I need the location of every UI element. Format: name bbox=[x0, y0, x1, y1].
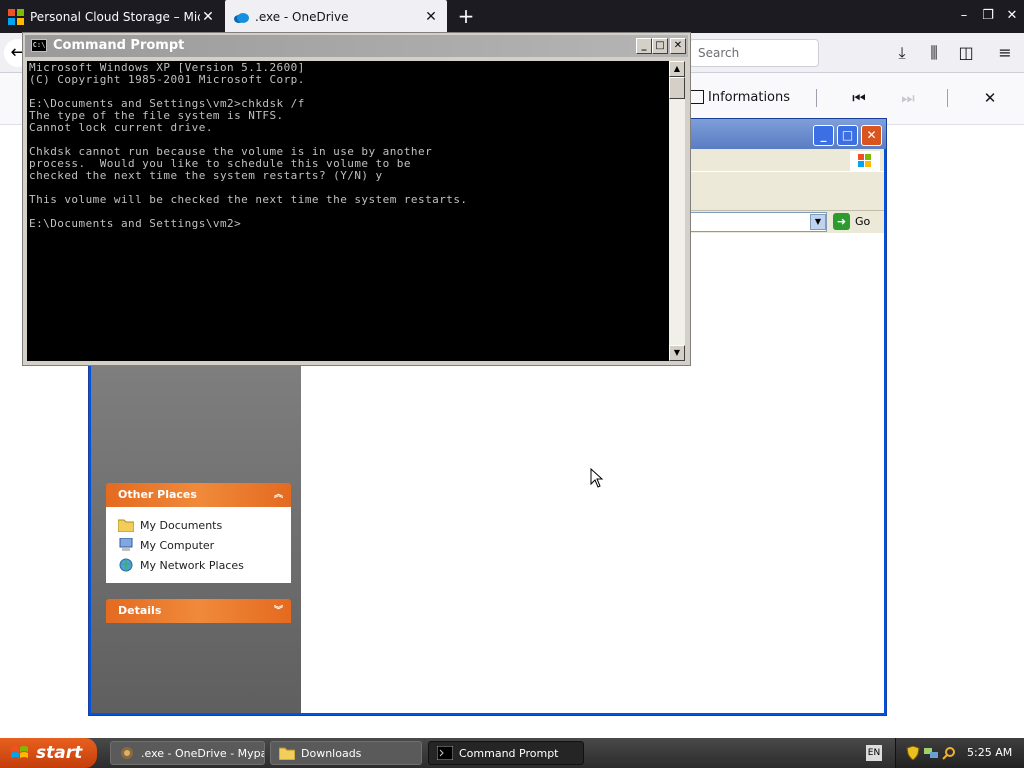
task-mypal-browser[interactable]: .exe - OneDrive - Mypal bbox=[110, 741, 265, 765]
cmd-title-bar[interactable]: C:\ Command Prompt _ □ ✕ bbox=[25, 35, 688, 57]
place-label: My Documents bbox=[140, 518, 223, 532]
security-shield-icon[interactable] bbox=[906, 746, 920, 760]
scroll-down-icon[interactable]: ▼ bbox=[669, 345, 685, 361]
tab-onedrive[interactable]: .exe - OneDrive ✕ bbox=[225, 0, 447, 33]
search-input[interactable]: Search bbox=[689, 39, 819, 67]
place-my-documents[interactable]: My Documents bbox=[118, 515, 291, 535]
close-icon[interactable]: ✕ bbox=[861, 125, 882, 146]
windows-flag-icon bbox=[850, 151, 880, 171]
scroll-thumb[interactable] bbox=[669, 77, 685, 99]
info-label[interactable]: Informations bbox=[708, 90, 790, 105]
task-downloads[interactable]: Downloads bbox=[270, 741, 422, 765]
cmd-icon: C:\ bbox=[31, 39, 47, 52]
browser-tab-bar: Personal Cloud Storage – Microsof ✕ .exe… bbox=[0, 0, 1024, 33]
details-header[interactable]: Details ︾ bbox=[106, 599, 291, 623]
minimize-icon[interactable]: – bbox=[954, 6, 974, 26]
task-label: Command Prompt bbox=[459, 746, 559, 760]
tab-title: .exe - OneDrive bbox=[255, 9, 349, 24]
collapse-icon[interactable]: ︽ bbox=[274, 483, 283, 507]
place-label: My Network Places bbox=[140, 558, 244, 572]
divider bbox=[816, 89, 817, 107]
place-my-network-places[interactable]: My Network Places bbox=[118, 555, 291, 575]
place-label: My Computer bbox=[140, 538, 215, 552]
cmd-icon bbox=[437, 746, 453, 760]
task-command-prompt[interactable]: Command Prompt bbox=[428, 741, 584, 765]
download-icon[interactable]: ⤓ bbox=[890, 41, 914, 65]
mouse-cursor-icon bbox=[590, 468, 604, 488]
clock: 5:25 AM bbox=[967, 746, 1013, 759]
close-icon[interactable]: ✕ bbox=[670, 38, 686, 54]
expand-icon[interactable]: ︾ bbox=[274, 599, 283, 623]
console-line: This volume will be checked the next tim… bbox=[29, 193, 468, 206]
go-arrow-icon: ➜ bbox=[833, 213, 850, 230]
library-icon[interactable]: ⫼ bbox=[922, 41, 946, 65]
close-icon[interactable]: ✕ bbox=[1002, 6, 1022, 26]
onedrive-cloud-icon bbox=[234, 12, 249, 23]
start-label: start bbox=[36, 743, 83, 763]
last-page-icon: ⏭ bbox=[901, 89, 915, 107]
chevron-down-icon[interactable]: ▼ bbox=[810, 214, 826, 230]
network-globe-icon bbox=[119, 558, 133, 572]
cmd-console[interactable]: Microsoft Windows XP [Version 5.1.2600] … bbox=[27, 61, 669, 361]
console-line: (C) Copyright 1985-2001 Microsoft Corp. bbox=[29, 73, 305, 86]
start-button[interactable]: start bbox=[0, 738, 97, 768]
restore-icon[interactable]: ❐ bbox=[978, 6, 998, 26]
details-title: Details bbox=[118, 604, 162, 617]
scroll-up-icon[interactable]: ▲ bbox=[669, 61, 685, 77]
microsoft-logo-icon bbox=[8, 8, 24, 25]
minimize-icon[interactable]: _ bbox=[636, 38, 652, 54]
sidebar-icon[interactable]: ◫ bbox=[954, 41, 978, 65]
computer-icon bbox=[119, 538, 133, 551]
go-button[interactable]: ➜ Go bbox=[833, 213, 870, 230]
folder-icon bbox=[118, 519, 134, 532]
console-line: checked the next time the system restart… bbox=[29, 169, 383, 182]
other-places-list: My Documents My Computer My Network Plac… bbox=[106, 507, 291, 583]
close-icon[interactable]: ✕ bbox=[200, 9, 216, 25]
cmd-scrollbar[interactable]: ▲ ▼ bbox=[669, 61, 685, 361]
close-icon[interactable]: ✕ bbox=[423, 9, 439, 25]
network-icon[interactable] bbox=[924, 746, 938, 760]
maximize-icon[interactable]: □ bbox=[652, 38, 668, 54]
tab-personal-cloud-storage[interactable]: Personal Cloud Storage – Microsof ✕ bbox=[0, 0, 224, 33]
console-prompt-line: E:\Documents and Settings\vm2> bbox=[29, 217, 242, 230]
maximize-icon[interactable]: □ bbox=[837, 125, 858, 146]
console-line: Cannot lock current drive. bbox=[29, 121, 213, 134]
folder-icon bbox=[279, 747, 295, 760]
minimize-icon[interactable]: _ bbox=[813, 125, 834, 146]
info-icon bbox=[690, 90, 704, 104]
mypal-browser-icon bbox=[121, 747, 133, 759]
menu-icon[interactable]: ≡ bbox=[993, 41, 1017, 65]
cmd-title: Command Prompt bbox=[53, 38, 185, 53]
other-places-header[interactable]: Other Places ︽ bbox=[106, 483, 291, 507]
search-icon[interactable] bbox=[942, 746, 956, 760]
place-my-computer[interactable]: My Computer bbox=[118, 535, 291, 555]
go-label: Go bbox=[855, 215, 871, 228]
first-page-icon[interactable]: ⏮ bbox=[849, 88, 869, 108]
taskbar: start .exe - OneDrive - Mypal Downloads … bbox=[0, 738, 1024, 768]
language-indicator[interactable]: EN bbox=[866, 745, 882, 761]
new-tab-button[interactable]: + bbox=[455, 4, 477, 28]
command-prompt-window: C:\ Command Prompt _ □ ✕ Microsoft Windo… bbox=[22, 32, 691, 366]
divider bbox=[947, 89, 948, 107]
tab-title: Personal Cloud Storage – Microsof bbox=[30, 9, 200, 24]
other-places-title: Other Places bbox=[118, 488, 197, 501]
task-label: Downloads bbox=[301, 746, 362, 760]
close-icon[interactable]: ✕ bbox=[980, 88, 1000, 108]
windows-flag-icon bbox=[11, 746, 28, 758]
task-label: .exe - OneDrive - Mypal bbox=[141, 746, 265, 760]
